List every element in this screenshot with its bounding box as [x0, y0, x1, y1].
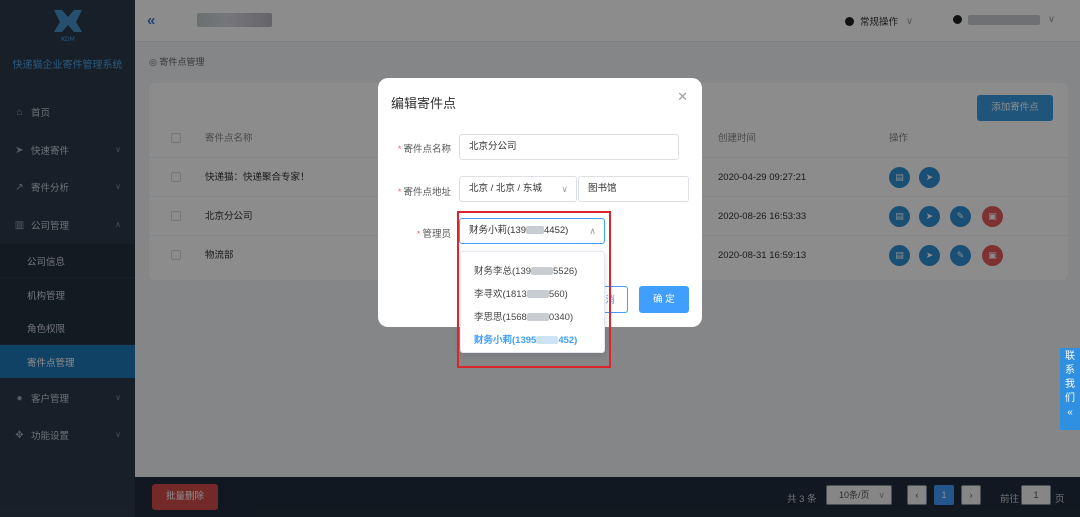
close-icon[interactable]: ✕: [677, 89, 688, 105]
region-value: 北京 / 北京 / 东城: [469, 183, 542, 194]
contact-char: 我: [1065, 379, 1075, 390]
address-field-label: * 寄件点地址: [397, 187, 451, 198]
contact-char: 系: [1065, 365, 1075, 376]
contact-char: 联: [1065, 351, 1075, 362]
manager-field-label: * 管理员: [416, 229, 451, 240]
name-label-text: 寄件点名称: [403, 144, 451, 155]
chevron-down-icon: ∨: [561, 184, 568, 194]
address-detail-input[interactable]: 图书馆: [578, 176, 689, 202]
confirm-button[interactable]: 确 定: [639, 286, 689, 313]
contact-char: 们: [1065, 393, 1075, 404]
name-field-label: * 寄件点名称: [397, 144, 451, 155]
double-chevron-left-icon: «: [1067, 407, 1073, 418]
dialog-title: 编辑寄件点: [391, 96, 457, 111]
address-label-text: 寄件点地址: [403, 187, 451, 198]
contact-us-tab[interactable]: 联 系 我 们 «: [1060, 348, 1080, 430]
region-cascader[interactable]: 北京 / 北京 / 东城 ∨: [459, 176, 577, 202]
annotation-highlight-box: [457, 211, 611, 368]
manager-label-text: 管理员: [422, 229, 451, 240]
send-point-name-input[interactable]: 北京分公司: [459, 134, 679, 160]
